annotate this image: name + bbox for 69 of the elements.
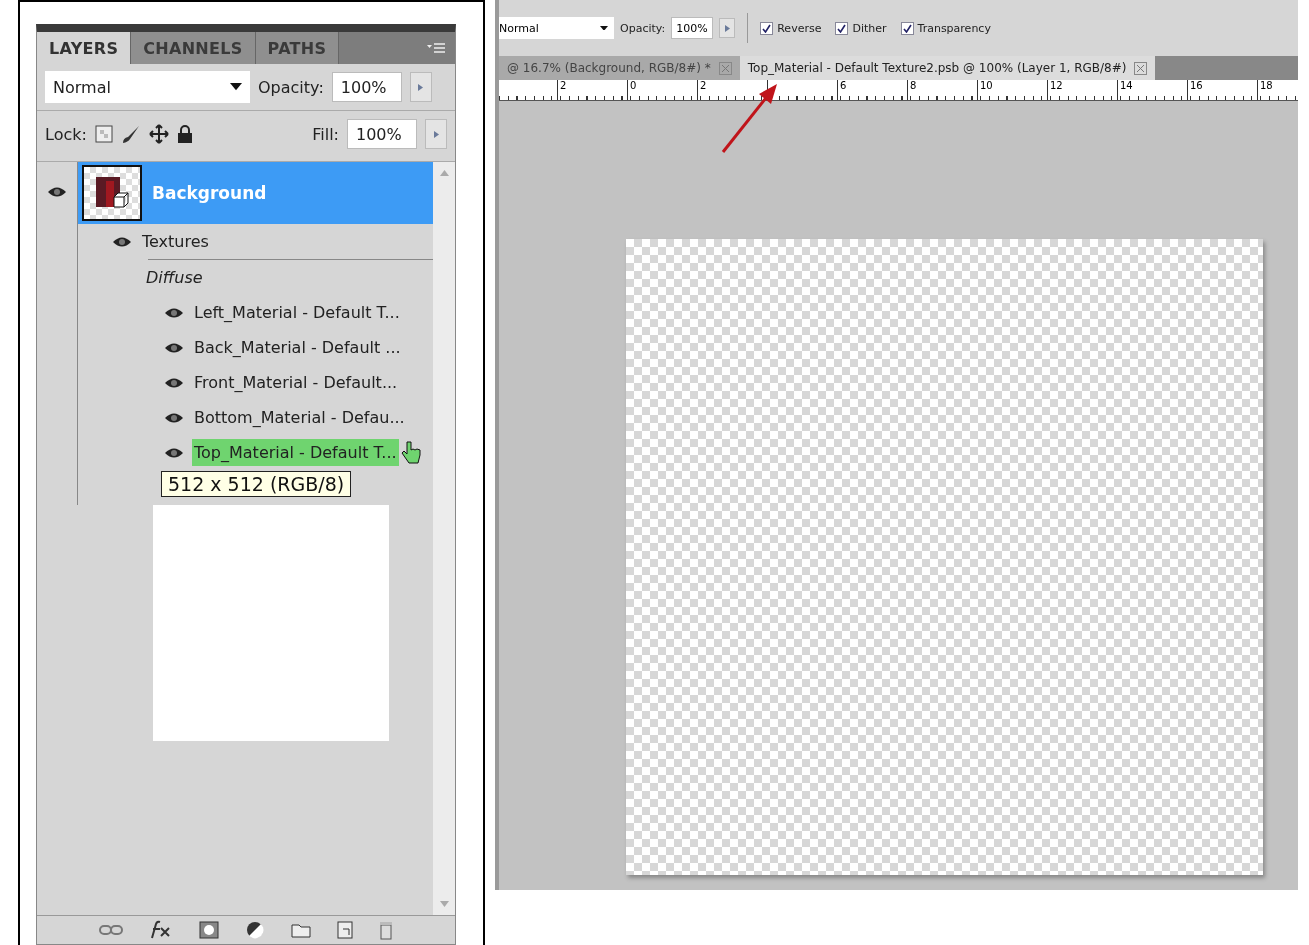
checkbox-label: Transparency [917, 21, 991, 35]
checkmark-icon [837, 23, 847, 33]
panel-menu-icon[interactable] [427, 42, 445, 54]
effects-label[interactable]: Textures [140, 228, 211, 255]
fill-label: Fill: [312, 124, 339, 144]
ruler-label: 14 [1120, 80, 1133, 91]
opacity-stepper[interactable] [719, 18, 736, 38]
visibility-eye-icon[interactable] [164, 446, 184, 459]
document-tab[interactable]: @ 16.7% (Background, RGB/8#) * [499, 56, 740, 80]
tooltip: 512 x 512 (RGB/8) [161, 471, 352, 497]
ruler-label: 18 [1260, 80, 1273, 91]
checkbox-label: Reverse [777, 21, 822, 35]
hand-cursor-icon [401, 440, 421, 466]
texture-item[interactable]: Bottom_Material - Defau... [192, 404, 407, 431]
opacity-field[interactable]: 100% [331, 72, 402, 102]
visibility-eye-icon[interactable] [164, 376, 184, 389]
panel-tab[interactable]: CHANNELS [131, 32, 256, 64]
checkbox-label: Dither [852, 21, 887, 35]
caret-down-icon [230, 83, 242, 91]
folder-icon[interactable] [291, 922, 311, 938]
checkmark-icon [902, 23, 912, 33]
document-tab[interactable]: Top_Material - Default Texture2.psb @ 100% (Layer 1, RGB/8#) [739, 56, 1156, 80]
opacity-label: Opacity: [620, 21, 666, 35]
opacity-label: Opacity: [258, 77, 324, 97]
checkmark-icon [762, 23, 772, 33]
ruler-label: 6 [840, 80, 847, 91]
visibility-eye-icon[interactable] [112, 235, 132, 248]
lock-label: Lock: [45, 124, 87, 144]
visibility-eye-icon[interactable] [164, 306, 184, 319]
diffuse-label: Diffuse [146, 268, 203, 287]
blend-mode-dropdown[interactable]: Normal [45, 71, 250, 103]
lock-icon[interactable] [176, 124, 193, 144]
ruler-label: 8 [910, 80, 917, 91]
triangle-right-icon [418, 83, 424, 91]
mask-icon[interactable] [199, 921, 219, 939]
panel-tab[interactable]: LAYERS [37, 32, 132, 64]
texture-item[interactable]: Left_Material - Default T... [192, 299, 402, 326]
visibility-eye-icon[interactable] [47, 186, 67, 198]
triangle-right-icon [433, 130, 439, 138]
triangle-right-icon [724, 24, 730, 32]
visibility-eye-icon[interactable] [164, 411, 184, 424]
fill-stepper[interactable] [425, 119, 447, 149]
checkbox[interactable] [760, 21, 774, 35]
opacity-field[interactable]: 100% [671, 17, 714, 39]
texture-item[interactable]: Back_Material - Default ... [192, 334, 403, 361]
fill-field[interactable]: 100% [347, 119, 417, 149]
texture-item[interactable]: Front_Material - Default... [192, 369, 400, 396]
ruler-label: 2 [700, 80, 707, 91]
ruler-label: 0 [630, 80, 637, 91]
caret-down-icon [600, 25, 608, 31]
fx-icon[interactable] [149, 920, 173, 940]
layer-name: Background [152, 183, 267, 203]
checkbox[interactable] [900, 21, 914, 35]
ruler-label: 10 [980, 80, 993, 91]
link-icon[interactable] [99, 924, 123, 936]
ruler-label: 12 [1050, 80, 1063, 91]
texture-item[interactable]: Top_Material - Default T... [192, 439, 399, 466]
adjustment-icon[interactable] [245, 920, 265, 940]
blend-mode-dropdown[interactable]: Normal [499, 17, 614, 39]
ruler-label: 2 [560, 80, 567, 91]
visibility-eye-icon[interactable] [164, 341, 184, 354]
ruler-label: 16 [1190, 80, 1203, 91]
close-icon[interactable] [1134, 61, 1148, 75]
lock-transparency-icon[interactable] [94, 125, 113, 143]
layer-thumbnail [82, 165, 142, 221]
panel-tab[interactable]: PATHS [255, 32, 340, 64]
move-icon[interactable] [148, 124, 169, 144]
checkbox[interactable] [835, 21, 849, 35]
new-layer-icon[interactable] [337, 921, 353, 939]
